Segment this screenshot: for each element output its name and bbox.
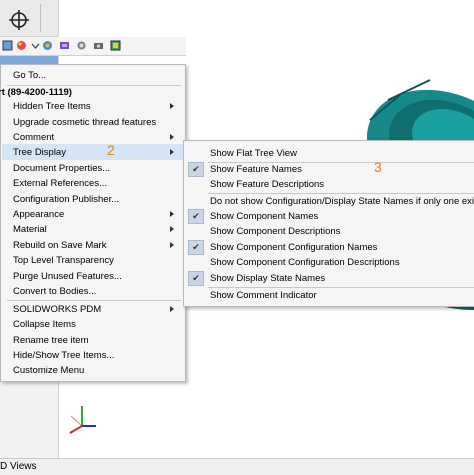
menu-item-hide-show-tree-items[interactable]: Hide/Show Tree Items...	[13, 348, 114, 363]
menu-item-collapse-items[interactable]: Collapse Items	[13, 317, 76, 332]
display-manager-icon[interactable]	[42, 40, 53, 51]
menu-item-material[interactable]: Material	[13, 222, 47, 237]
menu-item-appearance[interactable]: Appearance	[13, 207, 64, 222]
chevron-down-icon[interactable]	[30, 40, 41, 51]
menu-item-solidworks-pdm[interactable]: SOLIDWORKS PDM	[13, 302, 101, 317]
tab-3d-views[interactable]: D Views	[0, 459, 43, 475]
submenu-arrow-icon	[170, 242, 174, 248]
menu-item-convert-to-bodies[interactable]: Convert to Bodies...	[13, 284, 96, 299]
scene-icon[interactable]	[59, 40, 70, 51]
menu-separator	[7, 300, 181, 301]
submenu-arrow-icon	[170, 134, 174, 140]
bottom-tab-bar: D Views	[0, 458, 474, 475]
feature-tree-icon[interactable]	[2, 40, 13, 51]
top-command-bar	[0, 0, 58, 37]
submenu-item-show-component-descriptions[interactable]: Show Component Descriptions	[210, 224, 340, 239]
appearance-icon[interactable]	[16, 40, 27, 51]
decals-icon[interactable]	[110, 40, 121, 51]
lighting-icon[interactable]	[76, 40, 87, 51]
submenu-item-do-not-show-config-names[interactable]: Do not show Configuration/Display State …	[210, 194, 474, 209]
checkmark-icon: ✔	[188, 240, 204, 255]
submenu-arrow-icon	[170, 226, 174, 232]
menu-item-hidden-tree-items[interactable]: Hidden Tree Items	[13, 99, 91, 114]
menu-item-rename-tree-item[interactable]: Rename tree item	[13, 333, 89, 348]
toolbar-divider	[40, 4, 41, 32]
menu-item-top-level-transparency[interactable]: Top Level Transparency	[13, 253, 114, 268]
menu-item-customize-menu[interactable]: Customize Menu	[13, 363, 84, 378]
menu-item-go-to[interactable]: Go To...	[13, 68, 46, 83]
submenu-arrow-icon	[170, 211, 174, 217]
menu-item-document-properties[interactable]: Document Properties...	[13, 161, 110, 176]
submenu-item-show-feature-descriptions[interactable]: Show Feature Descriptions	[210, 177, 324, 192]
tree-display-submenu: Show Flat Tree View ✔ Show Feature Names…	[183, 140, 474, 307]
view-triad-icon	[69, 406, 96, 434]
submenu-item-show-flat-tree-view[interactable]: Show Flat Tree View	[210, 146, 297, 161]
menu-item-rebuild-on-save[interactable]: Rebuild on Save Mark	[13, 238, 106, 253]
annotation-step-3: 3	[374, 159, 382, 175]
checkmark-icon: ✔	[188, 162, 204, 177]
menu-part-header: rt (89-4200-1119)	[0, 87, 72, 98]
submenu-item-show-comment-indicator[interactable]: Show Comment Indicator	[210, 288, 317, 303]
submenu-item-show-feature-names[interactable]: Show Feature Names	[210, 162, 302, 177]
submenu-arrow-icon	[170, 306, 174, 312]
feature-manager-toolbar	[0, 37, 186, 56]
checkmark-icon: ✔	[188, 271, 204, 286]
menu-item-external-references[interactable]: External References...	[13, 176, 107, 191]
submenu-item-show-component-config-descriptions[interactable]: Show Component Configuration Description…	[210, 255, 400, 270]
menu-item-configuration-publisher[interactable]: Configuration Publisher...	[13, 192, 119, 207]
menu-item-comment[interactable]: Comment	[13, 130, 54, 145]
menu-item-tree-display[interactable]: Tree Display	[13, 145, 66, 160]
submenu-item-show-component-names[interactable]: Show Component Names	[210, 209, 318, 224]
camera-icon[interactable]	[93, 40, 104, 51]
submenu-arrow-icon	[170, 103, 174, 109]
submenu-item-show-display-state-names[interactable]: Show Display State Names	[210, 271, 325, 286]
menu-item-purge-unused-features[interactable]: Purge Unused Features...	[13, 269, 122, 284]
menu-item-upgrade-cosmetic-thread[interactable]: Upgrade cosmetic thread features	[13, 115, 156, 130]
feature-tree-context-menu: Go To... rt (89-4200-1119) Hidden Tree I…	[0, 64, 186, 382]
checkmark-icon: ✔	[188, 209, 204, 224]
crosshair-icon[interactable]	[9, 10, 29, 30]
submenu-arrow-icon	[170, 149, 174, 155]
submenu-item-show-component-config-names[interactable]: Show Component Configuration Names	[210, 240, 377, 255]
annotation-step-2: 2	[107, 142, 115, 158]
